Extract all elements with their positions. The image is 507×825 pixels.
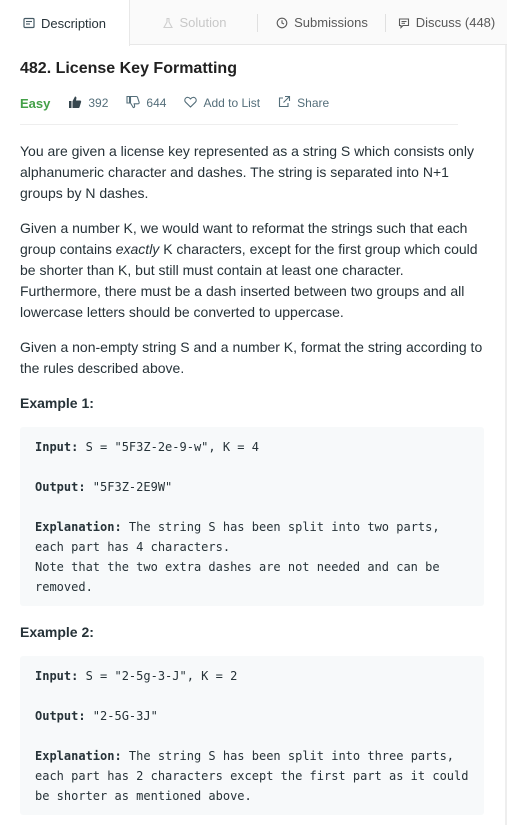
tab-submissions[interactable]: Submissions	[258, 0, 386, 45]
share-icon	[278, 95, 291, 111]
output-label: Output:	[35, 480, 86, 494]
output-value: "2-5G-3J"	[85, 709, 158, 723]
flask-icon	[162, 17, 174, 29]
example-1-input: Input: S = "5F3Z-2e-9-w", K = 4	[35, 437, 469, 457]
tab-discuss[interactable]: Discuss (448)	[386, 0, 507, 45]
thumbs-up-icon	[68, 95, 82, 112]
example-2-input: Input: S = "2-5g-3-J", K = 2	[35, 666, 469, 686]
output-label: Output:	[35, 709, 86, 723]
example-2-explanation: Explanation: The string S has been split…	[35, 746, 469, 766]
thumbs-down-icon	[126, 95, 141, 112]
input-label: Input:	[35, 669, 79, 683]
explanation-line: removed.	[35, 580, 93, 594]
tab-solution-label: Solution	[179, 15, 227, 30]
explanation-line: Note that the two extra dashes are not n…	[35, 560, 440, 574]
example-2-title: Example 2:	[20, 624, 94, 640]
description-paragraph-3: Given a non-empty string S and a number …	[20, 339, 483, 376]
explanation-line: The string S has been split into two par…	[121, 520, 440, 534]
add-to-list-button[interactable]: Add to List	[184, 96, 260, 111]
input-label: Input:	[35, 440, 79, 454]
explanation-label: Explanation:	[35, 520, 122, 534]
chat-icon	[398, 17, 410, 29]
dislike-button[interactable]: 644	[126, 95, 166, 112]
share-button[interactable]: Share	[278, 95, 329, 111]
explanation-line: be shorter as mentioned above.	[35, 789, 252, 803]
tab-description[interactable]: Description	[0, 0, 130, 46]
input-value: S = "2-5g-3-J", K = 2	[78, 669, 238, 683]
example-2-code: Input: S = "2-5g-3-J", K = 2 Output: "2-…	[20, 656, 484, 815]
explanation-line: The string S has been split into three p…	[121, 749, 455, 763]
add-to-list-label: Add to List	[203, 96, 261, 110]
dislike-count: 644	[146, 96, 167, 110]
clock-icon	[276, 17, 288, 29]
explanation-line: each part has 2 characters except the fi…	[35, 769, 469, 783]
difficulty-badge: Easy	[20, 95, 51, 111]
share-label: Share	[297, 96, 330, 110]
tab-submissions-label: Submissions	[294, 15, 368, 30]
example-1-output: Output: "5F3Z-2E9W"	[35, 477, 469, 497]
explanation-label: Explanation:	[35, 749, 122, 763]
example-2-output: Output: "2-5G-3J"	[35, 706, 469, 726]
tab-description-label: Description	[40, 15, 107, 31]
like-count: 392	[88, 96, 109, 110]
description-paragraph-2: Given a number K, we would want to refor…	[20, 218, 486, 323]
explanation-line: each part has 4 characters.	[35, 540, 231, 554]
like-button[interactable]: 392	[68, 95, 108, 112]
header-divider	[20, 124, 458, 125]
tab-solution[interactable]: Solution	[130, 0, 258, 45]
tab-discuss-label: Discuss (448)	[415, 15, 496, 30]
heart-icon	[184, 96, 198, 111]
output-value: "5F3Z-2E9W"	[85, 480, 173, 494]
description-icon	[23, 17, 35, 29]
example-1-title: Example 1:	[20, 395, 94, 411]
input-value: S = "5F3Z-2e-9-w", K = 4	[78, 440, 259, 454]
problem-title: 482. License Key Formatting	[20, 60, 237, 77]
description-p2-emphasis: exactly	[115, 241, 160, 257]
example-1-explanation: Explanation: The string S has been split…	[35, 517, 469, 537]
problem-tabs: Description Solution Submissions Discuss…	[0, 0, 507, 46]
example-1-code: Input: S = "5F3Z-2e-9-w", K = 4 Output: …	[20, 427, 484, 606]
description-paragraph-1: You are given a license key represented …	[20, 143, 474, 201]
problem-meta-bar: Easy 392 644 Add to List Share	[20, 93, 347, 113]
